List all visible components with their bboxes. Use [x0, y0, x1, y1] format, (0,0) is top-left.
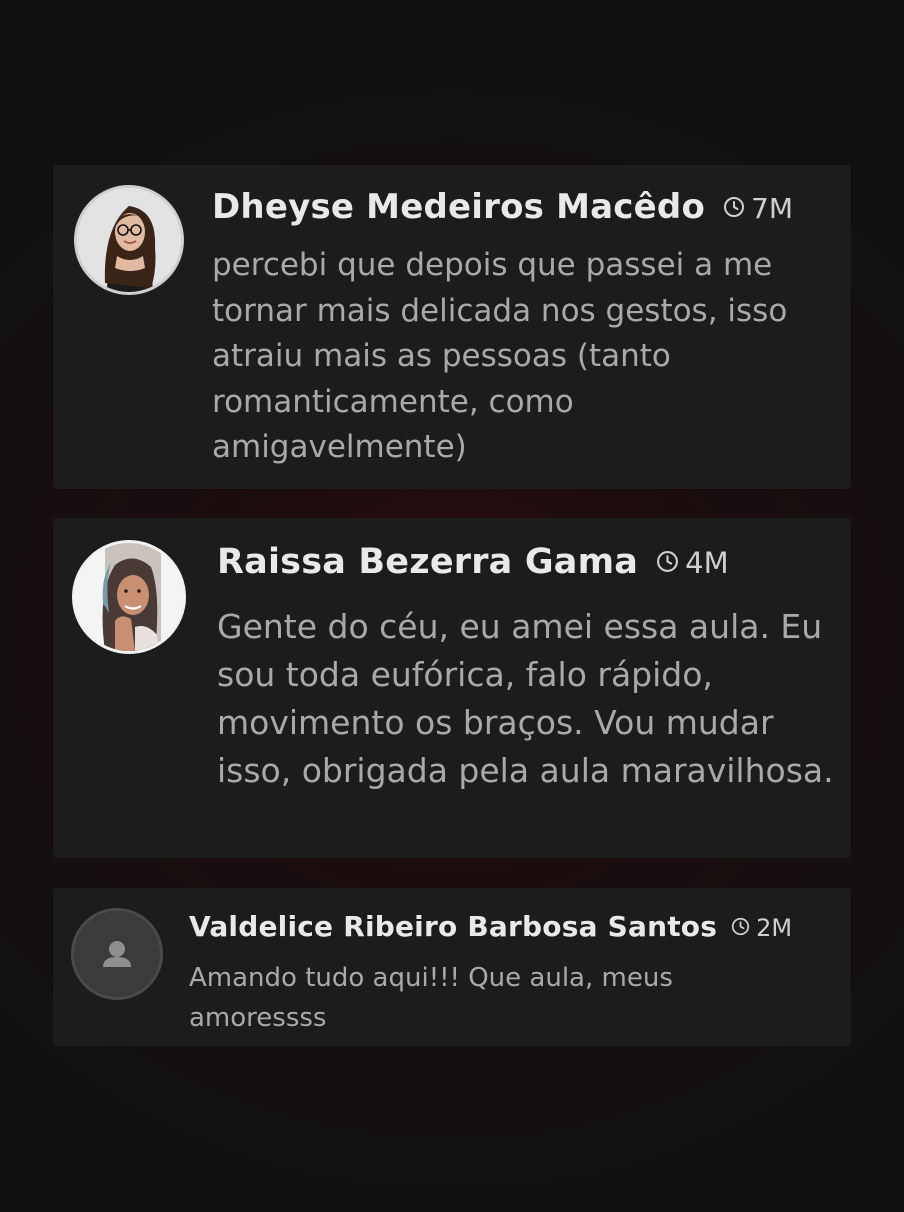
- comment-text: Amando tudo aqui!!! Que aula, meus amore…: [189, 963, 673, 1033]
- comment-header: Raissa Bezerra Gama 4M: [217, 542, 729, 582]
- avatar[interactable]: [74, 185, 184, 295]
- profile-photo: [75, 543, 183, 651]
- clock-icon: [731, 914, 750, 942]
- clock-icon: [656, 546, 679, 580]
- comment-card: Valdelice Ribeiro Barbosa Santos 2M Aman…: [53, 888, 851, 1046]
- avatar[interactable]: [71, 908, 163, 1000]
- comment-text: Gente do céu, eu amei essa aula. Eu sou …: [217, 607, 834, 790]
- author-name[interactable]: Valdelice Ribeiro Barbosa Santos: [189, 910, 717, 943]
- timestamp-value: 7M: [751, 192, 794, 225]
- comment-header: Valdelice Ribeiro Barbosa Santos 2M: [189, 910, 792, 943]
- timestamp: 4M: [656, 546, 729, 580]
- comment-header: Dheyse Medeiros Macêdo 7M: [212, 187, 793, 227]
- comment-card: Dheyse Medeiros Macêdo 7M percebi que de…: [53, 165, 851, 489]
- comment-card: Raissa Bezerra Gama 4M Gente do céu, eu …: [53, 518, 851, 858]
- author-name[interactable]: Dheyse Medeiros Macêdo: [212, 187, 705, 227]
- timestamp-value: 2M: [756, 914, 793, 942]
- clock-icon: [723, 192, 745, 225]
- avatar[interactable]: [72, 540, 186, 654]
- timestamp-value: 4M: [685, 546, 729, 580]
- default-user-icon: [74, 911, 160, 997]
- profile-photo: [77, 188, 181, 292]
- author-name[interactable]: Raissa Bezerra Gama: [217, 542, 638, 582]
- comment-text: percebi que depois que passei a me torna…: [212, 247, 788, 465]
- timestamp: 7M: [723, 192, 793, 225]
- timestamp: 2M: [731, 914, 792, 942]
